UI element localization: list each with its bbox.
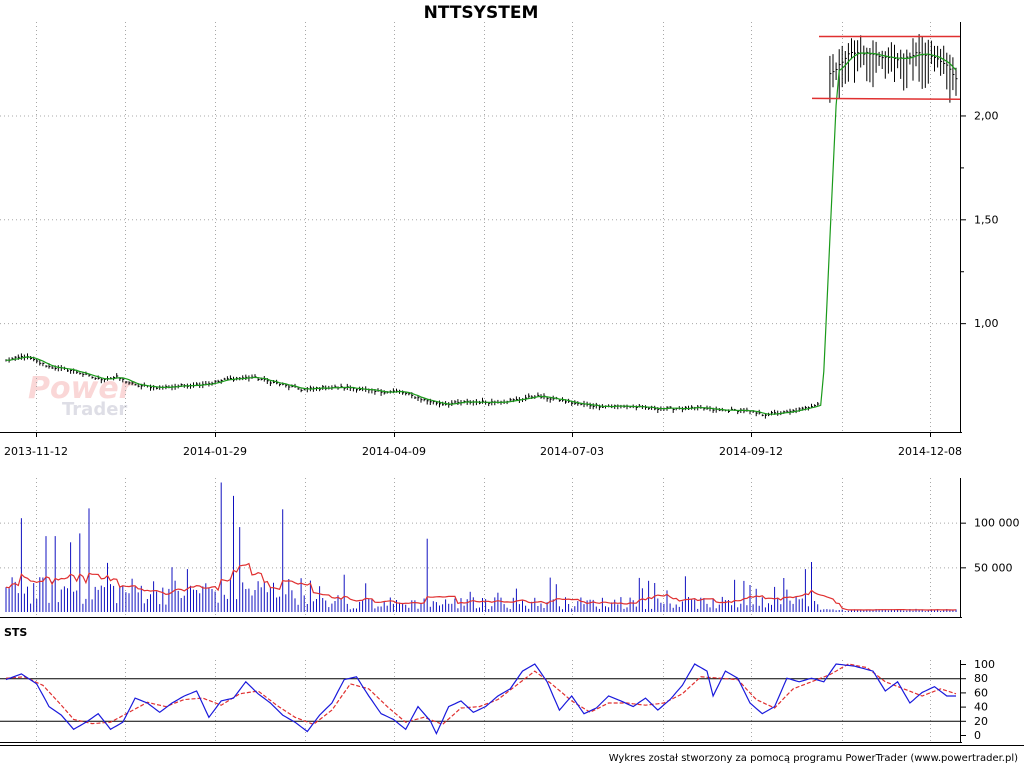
- channel-lower-line: [811, 97, 961, 101]
- sts-y-tick-label: 0: [974, 729, 981, 742]
- price-y-tick-label: 2,00: [974, 109, 999, 122]
- sts-y-tick-label: 80: [974, 672, 988, 685]
- x-axis-tick-label: 2014-04-09: [362, 445, 426, 458]
- stock-chart: Power Trader 2013-11-12 2014-01-29 2014-04…: [0, 0, 1024, 768]
- footer-credit: Wykres został stworzony za pomocą progra…: [609, 753, 1018, 764]
- sts-panel-label: STS: [4, 626, 27, 639]
- volume-y-tick-label: 100 000: [974, 517, 1020, 530]
- x-axis-tick-label: 2014-01-29: [183, 445, 247, 458]
- x-axis-tick-label: 2014-12-08: [898, 445, 962, 458]
- chart-title: NTTSYSTEM: [424, 3, 539, 23]
- price-y-tick-label: 1,00: [974, 317, 999, 330]
- x-axis-tick-label: 2013-11-12: [4, 445, 68, 458]
- price-y-tick-label: 1,50: [974, 213, 999, 226]
- sts-y-tick-label: 60: [974, 686, 988, 699]
- watermark-trader: Trader: [62, 399, 127, 420]
- chart-background: [0, 0, 1024, 768]
- volume-y-tick-label: 50 000: [974, 561, 1013, 574]
- x-axis-tick-label: 2014-07-03: [540, 445, 604, 458]
- sts-y-tick-label: 40: [974, 701, 988, 714]
- x-axis-tick-label: 2014-09-12: [719, 445, 783, 458]
- sts-y-tick-label: 20: [974, 715, 988, 728]
- sts-y-tick-label: 100: [974, 658, 995, 671]
